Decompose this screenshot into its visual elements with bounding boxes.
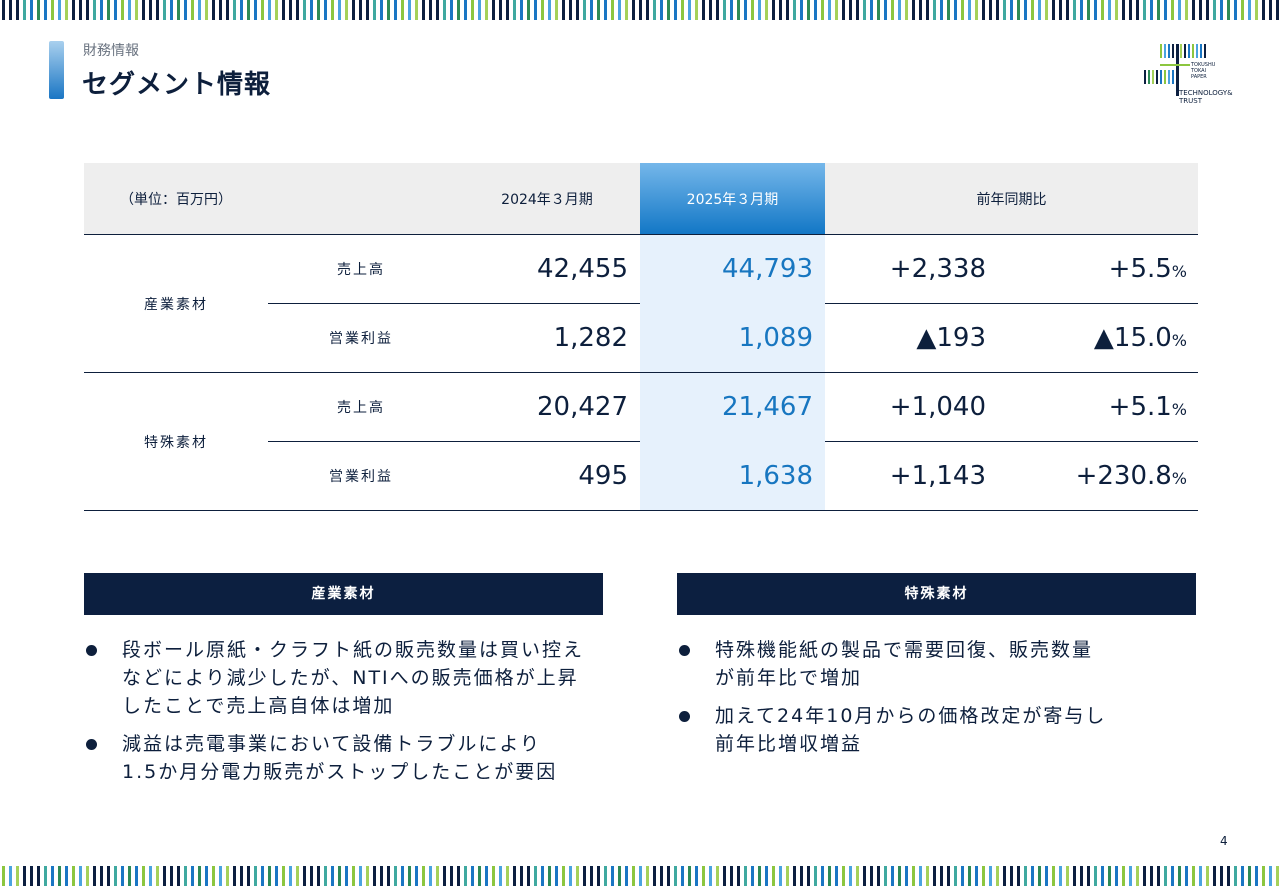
bullet-dot-icon xyxy=(86,645,97,656)
value-diff: +1,143 xyxy=(825,441,1012,511)
value-current: 1,089 xyxy=(640,303,825,373)
row-item-label: 売上高 xyxy=(268,372,454,442)
value-prev: 42,455 xyxy=(454,234,640,304)
page-number: 4 xyxy=(1220,834,1228,848)
bullet-list-specialty: 特殊機能紙の製品で需要回復、販売数量 が前年比で増加 加えて24年10月からの価… xyxy=(677,636,1217,768)
segment-name: 特殊素材 xyxy=(84,372,268,511)
value-diff: +1,040 xyxy=(825,372,1012,442)
value-current: 1,638 xyxy=(640,441,825,511)
segment-name: 産業素材 xyxy=(84,234,268,373)
row-item-label: 売上高 xyxy=(268,234,454,304)
row-item-label: 営業利益 xyxy=(268,441,454,511)
value-ratio: +5.1% xyxy=(1012,372,1198,442)
logo-company-name: TOKUSHU TOKAI PAPER xyxy=(1191,62,1216,80)
panel-header-industrial: 産業素材 xyxy=(84,573,603,615)
table-row: 特殊素材 売上高 20,427 21,467 +1,040 +5.1% xyxy=(84,372,1198,511)
page-title: セグメント情報 xyxy=(82,70,272,100)
table-row: 産業素材 売上高 42,455 44,793 +2,338 +5.5% xyxy=(84,234,1198,373)
top-decorative-stripe xyxy=(0,0,1280,20)
col-header-current: 2025年３月期 xyxy=(640,163,825,235)
value-diff: +2,338 xyxy=(825,234,1012,304)
col-header-prev: 2024年３月期 xyxy=(454,163,640,235)
value-ratio: +230.8% xyxy=(1012,441,1198,511)
bullet-list-industrial: 段ボール原紙・クラフト紙の販売数量は買い控え などにより減少したが、NTIへの販… xyxy=(84,636,644,796)
bullet-dot-icon xyxy=(679,645,690,656)
bullet-dot-icon xyxy=(679,711,690,722)
col-header-yoy: 前年同期比 xyxy=(825,163,1198,235)
segment-table: （単位：百万円） 2024年３月期 2025年３月期 前年同期比 産業素材 売上… xyxy=(84,163,1198,511)
bottom-decorative-stripe xyxy=(0,866,1280,886)
row-item-label: 営業利益 xyxy=(268,303,454,373)
value-ratio: ▲15.0% xyxy=(1012,303,1198,373)
value-prev: 495 xyxy=(454,441,640,511)
list-item: 特殊機能紙の製品で需要回復、販売数量 が前年比で増加 xyxy=(677,636,1217,692)
value-prev: 20,427 xyxy=(454,372,640,442)
panel-header-specialty: 特殊素材 xyxy=(677,573,1196,615)
title-accent-bar xyxy=(49,41,64,99)
list-item: 段ボール原紙・クラフト紙の販売数量は買い控え などにより減少したが、NTIへの販… xyxy=(84,636,644,720)
unit-label: （単位：百万円） xyxy=(84,163,268,235)
list-item: 加えて24年10月からの価格改定が寄与し 前年比増収増益 xyxy=(677,702,1217,758)
value-diff: ▲193 xyxy=(825,303,1012,373)
value-ratio: +5.5% xyxy=(1012,234,1198,304)
value-current: 21,467 xyxy=(640,372,825,442)
value-prev: 1,282 xyxy=(454,303,640,373)
logo-tagline: TECHNOLOGY& TRUST xyxy=(1179,89,1233,105)
value-current: 44,793 xyxy=(640,234,825,304)
bullet-dot-icon xyxy=(86,739,97,750)
section-kicker: 財務情報 xyxy=(83,43,139,59)
table-header-row: （単位：百万円） 2024年３月期 2025年３月期 前年同期比 xyxy=(84,163,1198,235)
list-item: 減益は売電事業において設備トラブルにより 1.5か月分電力販売がストップしたこと… xyxy=(84,730,644,786)
